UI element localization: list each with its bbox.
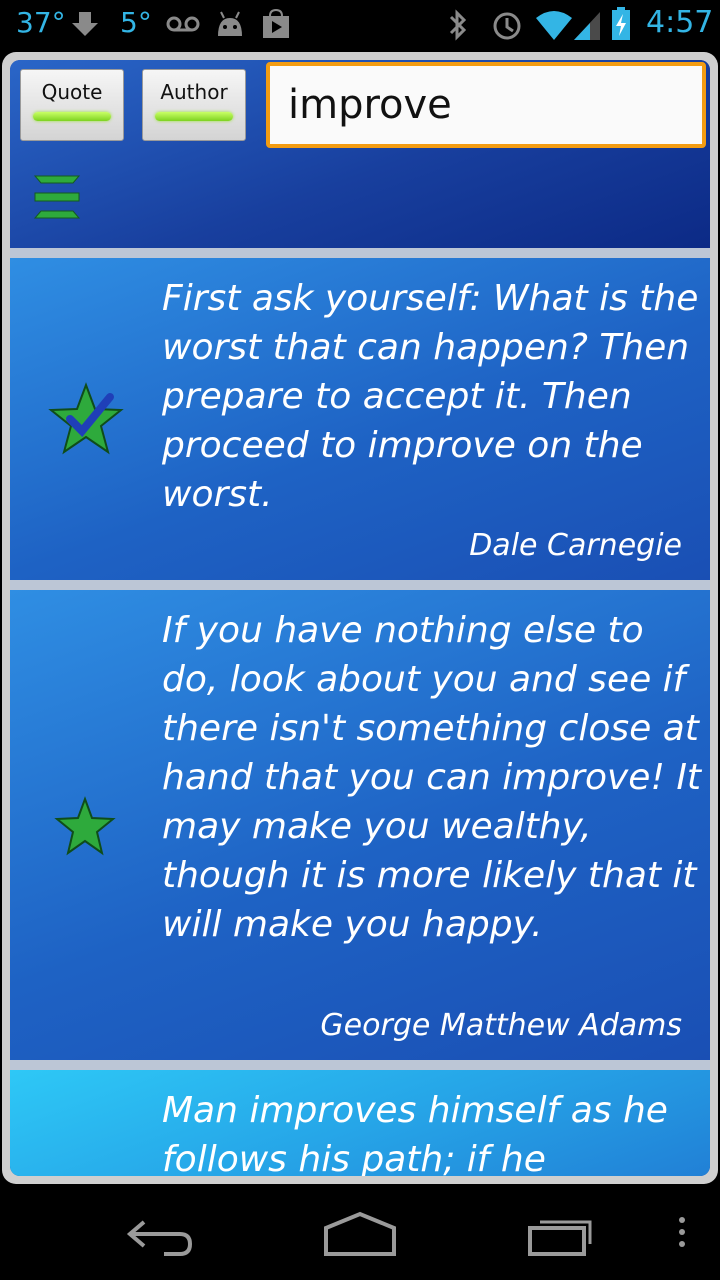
- alarm-icon: [493, 12, 521, 40]
- collapse-icon[interactable]: [32, 172, 82, 222]
- home-icon[interactable]: [320, 1206, 400, 1262]
- quote-author: Dale Carnegie: [469, 528, 682, 563]
- recent-apps-icon[interactable]: [524, 1206, 600, 1262]
- divider: [10, 1060, 710, 1070]
- voicemail-icon: [166, 16, 200, 32]
- quote-item[interactable]: First ask yourself: What is the worst th…: [10, 258, 710, 580]
- quote-filter-button[interactable]: Quote: [20, 69, 124, 141]
- author-filter-label: Author: [160, 80, 228, 104]
- quote-item[interactable]: If you have nothing else to do, look abo…: [10, 590, 710, 1060]
- app-content: Quote Author First ask yourself: What is…: [10, 60, 710, 1176]
- status-bar: 37° 5° 4:57: [0, 0, 720, 50]
- divider: [10, 580, 710, 590]
- temperature-indicator: 37°: [16, 6, 66, 39]
- quote-filter-indicator: [33, 112, 111, 121]
- play-store-icon: [263, 8, 289, 38]
- author-filter-button[interactable]: Author: [142, 69, 246, 141]
- app-frame: Quote Author First ask yourself: What is…: [2, 52, 718, 1184]
- divider: [10, 248, 710, 258]
- navigation-bar: [0, 1190, 720, 1280]
- back-icon[interactable]: [124, 1206, 196, 1262]
- search-input[interactable]: [266, 62, 706, 148]
- author-filter-indicator: [155, 112, 233, 121]
- quote-text: If you have nothing else to do, look abo…: [162, 610, 702, 945]
- quote-filter-label: Quote: [41, 80, 103, 104]
- menu-icon[interactable]: [672, 1206, 692, 1262]
- wifi-icon: [536, 11, 572, 40]
- quote-text: Man improves himself as he follows his p…: [162, 1090, 668, 1176]
- quote-item[interactable]: Man improves himself as he follows his p…: [10, 1070, 710, 1176]
- bluetooth-icon: [449, 9, 467, 41]
- android-icon: [218, 11, 242, 36]
- battery-charging-icon: [612, 7, 630, 40]
- quote-text: First ask yourself: What is the worst th…: [162, 278, 699, 515]
- search-header: Quote Author: [10, 60, 710, 248]
- download-icon: [72, 12, 98, 36]
- star-check-icon[interactable]: [46, 381, 126, 457]
- signal-icon: [574, 12, 600, 40]
- star-icon[interactable]: [54, 796, 116, 856]
- clock: 4:57: [646, 5, 714, 40]
- temperature-indicator-2: 5°: [120, 6, 152, 39]
- quote-author: George Matthew Adams: [320, 1008, 682, 1043]
